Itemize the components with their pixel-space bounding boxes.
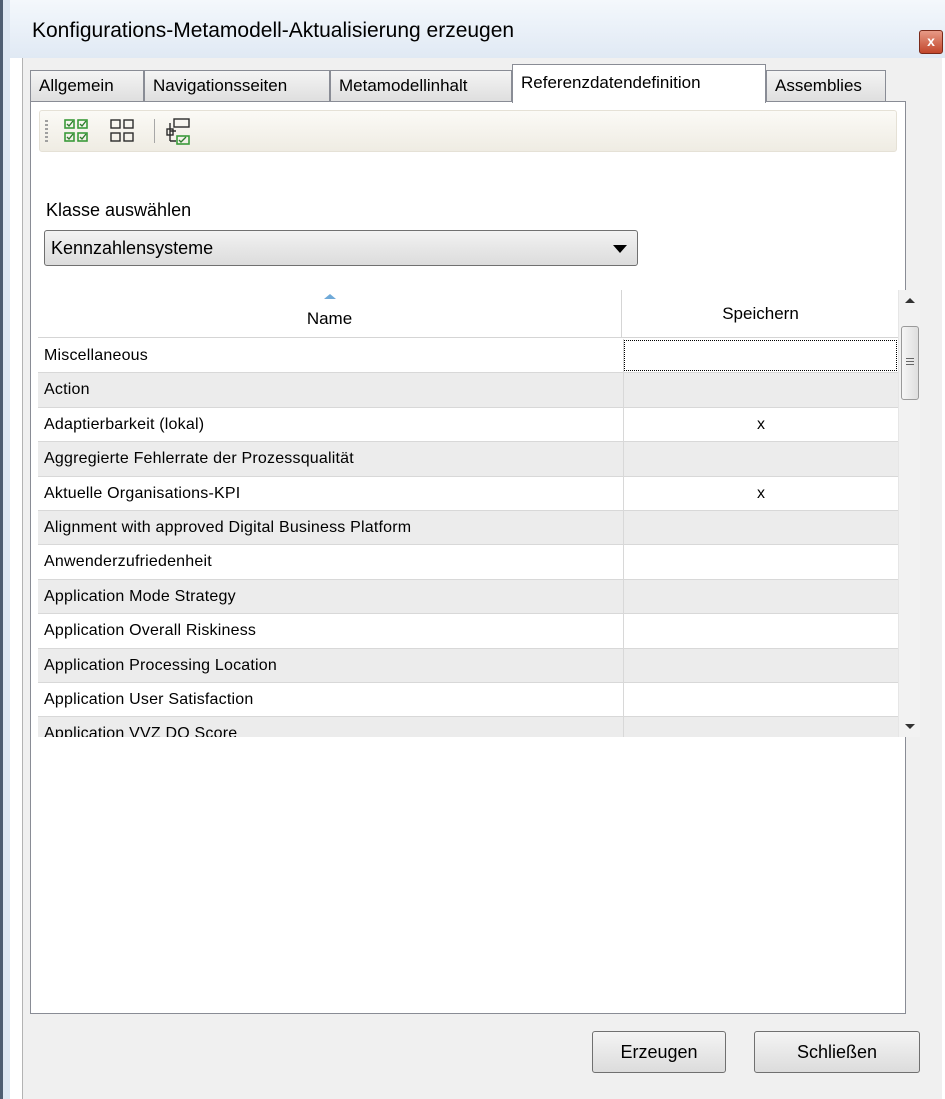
- deselect-all-icon[interactable]: [108, 117, 136, 145]
- table-row[interactable]: Aggregierte Fehlerrate der Prozessqualit…: [38, 442, 898, 477]
- class-select-label: Klasse auswählen: [46, 200, 192, 220]
- grid-header: Name Speichern: [38, 290, 898, 338]
- class-select-dropdown[interactable]: Kennzahlensysteme: [44, 230, 638, 266]
- window-left-border: [0, 0, 10, 1099]
- cell-name: Application Overall Riskiness: [44, 622, 257, 640]
- table-row[interactable]: Anwenderzufriedenheit: [38, 545, 898, 580]
- create-button[interactable]: Erzeugen: [592, 1031, 726, 1073]
- table-row[interactable]: Application Overall Riskiness: [38, 614, 898, 649]
- toolbar-separator: [154, 119, 155, 143]
- cell-save[interactable]: [623, 442, 898, 476]
- scroll-up-icon[interactable]: [899, 290, 920, 312]
- cell-save[interactable]: [623, 373, 898, 407]
- table-row[interactable]: Alignment with approved Digital Business…: [38, 510, 898, 546]
- cell-save[interactable]: [623, 339, 898, 373]
- table-row[interactable]: Application User Satisfaction: [38, 682, 898, 718]
- column-header-save[interactable]: Speichern: [623, 290, 898, 338]
- sort-ascending-icon: [323, 294, 336, 299]
- window-title: Konfigurations-Metamodell-Aktualisierung…: [32, 19, 515, 42]
- cell-save[interactable]: [623, 614, 898, 648]
- table-row[interactable]: Miscellaneous: [38, 339, 898, 374]
- tab-allgemein[interactable]: Allgemein: [30, 70, 144, 102]
- cell-name: Application VVZ DQ Score: [44, 725, 238, 737]
- dialog-window: Konfigurations-Metamodell-Aktualisierung…: [0, 0, 945, 1099]
- table-row[interactable]: Application Mode Strategy: [38, 579, 898, 615]
- column-header-name[interactable]: Name: [38, 290, 622, 338]
- reference-data-grid: Name Speichern Miscellaneous Action Adapti…: [38, 290, 920, 737]
- cell-save[interactable]: [623, 648, 898, 682]
- column-header-name-label: Name: [306, 309, 353, 328]
- grid-rows: Miscellaneous Action Adaptierbarkeit (loka…: [38, 339, 898, 737]
- cell-save[interactable]: x: [623, 476, 898, 510]
- class-select-value: Kennzahlensysteme: [51, 238, 214, 258]
- toolbar: [39, 110, 897, 152]
- close-icon[interactable]: x: [919, 30, 943, 54]
- cell-save[interactable]: [623, 717, 898, 737]
- tab-assemblies[interactable]: Assemblies: [766, 70, 886, 102]
- toolbar-grip[interactable]: [45, 120, 48, 142]
- table-row[interactable]: Adaptierbarkeit (lokal) x: [38, 407, 898, 443]
- title-bar[interactable]: Konfigurations-Metamodell-Aktualisierung…: [10, 0, 945, 58]
- cell-name: Aktuelle Organisations-KPI: [44, 484, 241, 502]
- cell-save[interactable]: x: [623, 407, 898, 442]
- tab-referenzdatendefinition[interactable]: Referenzdatendefinition: [512, 64, 766, 103]
- select-all-icon[interactable]: [62, 117, 90, 145]
- tab-metamodellinhalt[interactable]: Metamodellinhalt: [330, 70, 512, 102]
- table-row[interactable]: Application Processing Location: [38, 648, 898, 683]
- cell-save[interactable]: [623, 579, 898, 614]
- cell-name: Application Mode Strategy: [44, 587, 236, 605]
- cell-name: Anwenderzufriedenheit: [44, 553, 212, 571]
- cell-name: Miscellaneous: [44, 347, 148, 364]
- cell-name: Alignment with approved Digital Business…: [44, 518, 412, 536]
- select-hierarchy-icon[interactable]: [164, 117, 192, 145]
- cell-save[interactable]: [623, 682, 898, 717]
- vertical-scrollbar[interactable]: [898, 290, 920, 737]
- chevron-down-icon: [613, 245, 627, 253]
- table-row[interactable]: Action: [38, 373, 898, 408]
- tab-navigationsseiten[interactable]: Navigationsseiten: [144, 70, 330, 102]
- cell-save[interactable]: [623, 510, 898, 545]
- close-button[interactable]: Schließen: [754, 1031, 920, 1073]
- cell-name: Aggregierte Fehlerrate der Prozessqualit…: [44, 450, 354, 468]
- table-row[interactable]: Application VVZ DQ Score: [38, 717, 898, 737]
- cell-name: Adaptierbarkeit (lokal): [44, 415, 205, 433]
- scrollbar-thumb[interactable]: [901, 326, 919, 400]
- cell-save[interactable]: [623, 545, 898, 579]
- cell-name: Action: [44, 381, 90, 399]
- cell-name: Application User Satisfaction: [44, 690, 254, 708]
- cell-name: Application Processing Location: [44, 656, 278, 674]
- scroll-down-icon[interactable]: [899, 715, 920, 737]
- table-row[interactable]: Aktuelle Organisations-KPI x: [38, 476, 898, 511]
